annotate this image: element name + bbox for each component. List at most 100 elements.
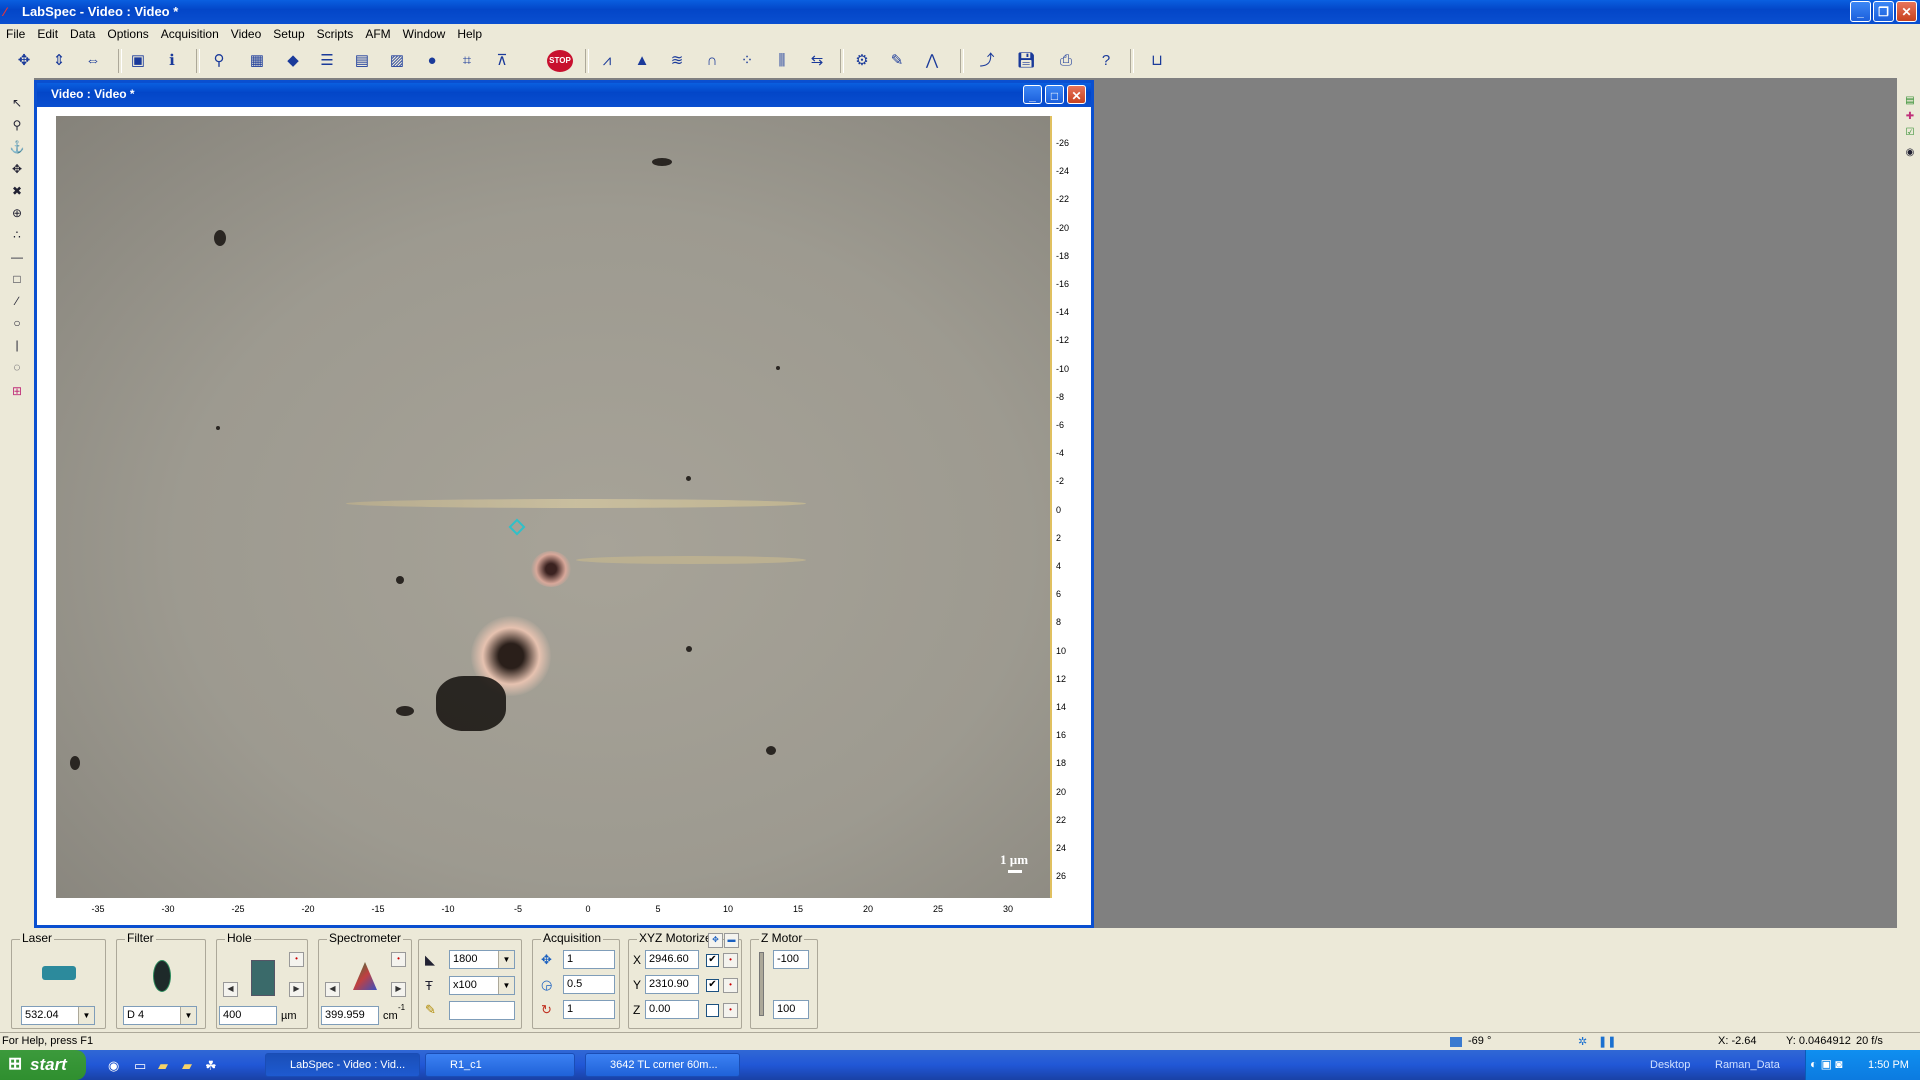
vertical-arrows-icon[interactable]: ⇕ (47, 50, 71, 72)
info-icon[interactable]: ℹ (160, 50, 184, 72)
spectrometer-set-button[interactable]: • (391, 952, 406, 967)
start-button[interactable]: ⊞ start (0, 1050, 86, 1080)
app-quicklaunch-icon[interactable]: ☘ (205, 1058, 217, 1074)
stop-button[interactable]: STOP (547, 50, 573, 72)
xyz-stop-button[interactable]: ▬ (724, 933, 739, 948)
line-v-icon[interactable]: | (8, 336, 26, 354)
hole-input[interactable]: 400 (219, 1006, 277, 1025)
waves-icon[interactable]: ≋ (665, 50, 689, 72)
close-button[interactable]: ✕ (1896, 1, 1917, 22)
basket-icon[interactable]: ⊔ (1145, 50, 1169, 72)
pin-icon[interactable]: ⚓ (8, 138, 26, 156)
peak-fit-icon[interactable]: ⋀ (920, 50, 944, 72)
scale-icon[interactable]: ⇆ (805, 50, 829, 72)
tray-icons[interactable]: ◐ ▣ ◙ (1810, 1057, 1843, 1071)
show-desktop-icon[interactable]: ▭ (134, 1058, 146, 1074)
menu-acquisition[interactable]: Acquisition (155, 24, 225, 41)
spectrometer-input[interactable]: 399.959 (321, 1006, 379, 1025)
restore-button[interactable]: ❐ (1873, 1, 1894, 22)
laser-select[interactable]: 532.04 ▼ (21, 1006, 95, 1025)
folder-icon[interactable]: ▰ (158, 1058, 168, 1074)
rectangle-icon[interactable]: □ (8, 270, 26, 288)
help-context-icon[interactable]: ? (1094, 50, 1118, 72)
minimize-button[interactable]: _ (1850, 1, 1871, 22)
desktop-toolbar-label[interactable]: Desktop (1650, 1059, 1690, 1071)
task-r1-c1[interactable]: R1_c1 (425, 1053, 575, 1077)
paint-icon[interactable]: ✎ (885, 50, 909, 72)
zoom-icon[interactable]: ⚲ (8, 116, 26, 134)
line-diag-icon[interactable]: ∕ (8, 292, 26, 310)
objective-select[interactable]: x100 ▼ (449, 976, 515, 995)
acq-accum-input[interactable]: 1 (563, 1000, 615, 1019)
ellipse-icon[interactable]: ◌ (8, 358, 26, 376)
xyz-goto-button[interactable]: ✥ (708, 933, 723, 948)
pointer-icon[interactable]: ↖ (8, 94, 26, 112)
dots-icon[interactable]: ∴ (8, 226, 26, 244)
grid-icon[interactable]: ▤ (350, 50, 374, 72)
menu-setup[interactable]: Setup (267, 24, 310, 41)
chrome-icon[interactable]: ◉ (108, 1058, 119, 1074)
z-motor-top-input[interactable]: -100 (773, 950, 809, 969)
y-enable-checkbox[interactable]: ✔ (706, 979, 719, 992)
video-minimize-button[interactable]: _ (1023, 85, 1042, 104)
circle-icon[interactable]: ○ (8, 314, 26, 332)
video-capture-icon[interactable]: ▣ (126, 50, 150, 72)
check-icon[interactable]: ☑ (1901, 124, 1919, 142)
z-set-button[interactable]: • (723, 1003, 738, 1018)
spectrum-icon[interactable]: ⩘ (595, 50, 619, 72)
triangle-icon[interactable]: ⊼ (490, 50, 514, 72)
shrink-icon[interactable]: ✖ (8, 182, 26, 200)
print-icon[interactable]: ⎙ (1054, 50, 1078, 72)
camera-icon[interactable]: ◉ (1901, 144, 1919, 162)
move-all-icon[interactable]: ✥ (12, 50, 36, 72)
menu-edit[interactable]: Edit (31, 24, 64, 41)
chevron-down-icon[interactable]: ▼ (498, 951, 514, 968)
menu-data[interactable]: Data (64, 24, 101, 41)
target-icon[interactable]: ⊕ (8, 204, 26, 222)
points-icon[interactable]: ⁘ (735, 50, 759, 72)
raman-toolbar-label[interactable]: Raman_Data (1715, 1059, 1780, 1071)
z-motor-slider[interactable] (759, 952, 764, 1016)
frame-icon[interactable]: ⌗ (455, 50, 479, 72)
menu-help[interactable]: Help (451, 24, 488, 41)
filter-select[interactable]: D 4 ▼ (123, 1006, 197, 1025)
spectrometer-increase-button[interactable]: ▶ (391, 982, 406, 997)
map-grid-icon[interactable]: ⊞ (8, 382, 26, 400)
peaks-icon[interactable]: ▲ (630, 50, 654, 72)
line-h-icon[interactable]: — (8, 248, 26, 266)
hole-increase-button[interactable]: ▶ (289, 982, 304, 997)
image-icon[interactable]: ▨ (385, 50, 409, 72)
bars-icon[interactable]: ⫼ (770, 50, 794, 72)
y-set-button[interactable]: • (723, 978, 738, 993)
process-icon[interactable]: ⚙ (850, 50, 874, 72)
fit-icon[interactable]: ∩ (700, 50, 724, 72)
menu-file[interactable]: File (0, 24, 31, 41)
hole-set-button[interactable]: • (289, 952, 304, 967)
spectrometer-decrease-button[interactable]: ◀ (325, 982, 340, 997)
grid-map-icon[interactable]: ▦ (245, 50, 269, 72)
chevron-down-icon[interactable]: ▼ (78, 1007, 94, 1024)
x-position-input[interactable]: 2946.60 (645, 950, 699, 969)
acq-time-input[interactable]: 1 (563, 950, 615, 969)
menu-scripts[interactable]: Scripts (311, 24, 360, 41)
z-position-input[interactable]: 0.00 (645, 1000, 699, 1019)
chevron-down-icon[interactable]: ▼ (498, 977, 514, 994)
task-labspec[interactable]: LabSpec - Video : Vid... (265, 1053, 420, 1077)
microscope-image[interactable]: 1 µm (56, 116, 1052, 898)
line-map-icon[interactable]: ☰ (315, 50, 339, 72)
grating-select[interactable]: 1800 ▼ (449, 950, 515, 969)
extra-input[interactable] (449, 1001, 515, 1020)
pan-icon[interactable]: ✥ (8, 160, 26, 178)
x-enable-checkbox[interactable]: ✔ (706, 954, 719, 967)
task-image[interactable]: 3642 TL corner 60m... (585, 1053, 740, 1077)
y-position-input[interactable]: 2310.90 (645, 975, 699, 994)
menu-options[interactable]: Options (101, 24, 154, 41)
z-motor-bottom-input[interactable]: 100 (773, 1000, 809, 1019)
expand-icon[interactable]: ⇔ (81, 50, 105, 72)
menu-window[interactable]: Window (397, 24, 452, 41)
fish-icon[interactable]: ◆ (281, 50, 305, 72)
menu-video[interactable]: Video (225, 24, 267, 41)
z-enable-checkbox[interactable] (706, 1004, 719, 1017)
sphere-icon[interactable]: ● (420, 50, 444, 72)
video-close-button[interactable]: ✕ (1067, 85, 1086, 104)
